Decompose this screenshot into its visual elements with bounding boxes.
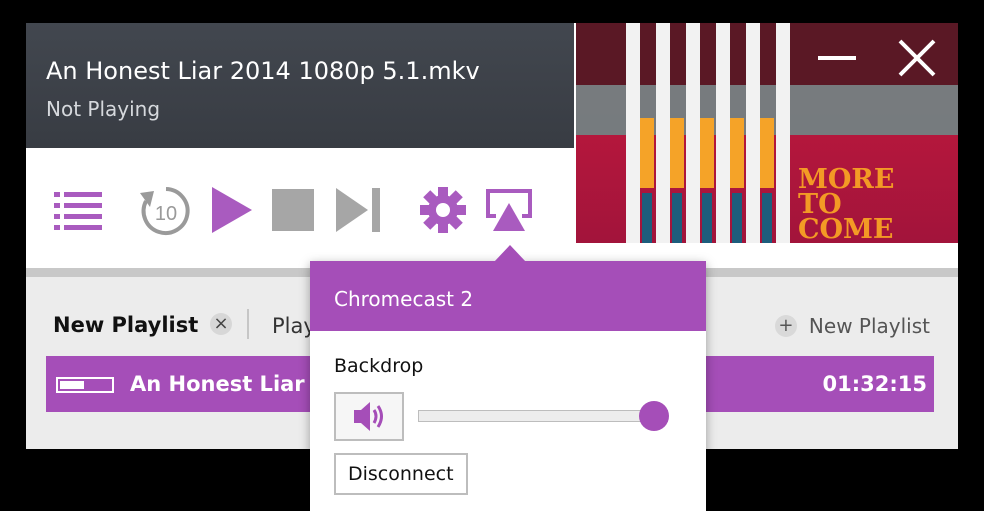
- video-caption: MORE TO COME: [798, 164, 895, 243]
- tab-new-playlist[interactable]: New Playlist: [53, 313, 198, 337]
- mute-button[interactable]: [334, 392, 404, 441]
- row-duration: 01:32:15: [822, 372, 927, 396]
- play-icon[interactable]: [212, 187, 252, 233]
- minimize-icon[interactable]: [816, 37, 858, 79]
- replay-10-icon[interactable]: 10: [138, 183, 194, 239]
- close-icon[interactable]: [896, 37, 938, 79]
- progress-fill: [60, 381, 84, 389]
- row-title: An Honest Liar 2: [130, 372, 327, 396]
- media-title: An Honest Liar 2014 1080p 5.1.mkv: [46, 57, 480, 85]
- video-preview[interactable]: MORE TO COME: [576, 23, 958, 243]
- tab-separator: [247, 309, 249, 339]
- popup-header: Chromecast 2: [310, 261, 706, 331]
- cast-device-name: Chromecast 2: [334, 287, 474, 311]
- stop-icon[interactable]: [272, 189, 314, 231]
- backdrop-label: Backdrop: [334, 355, 424, 377]
- new-playlist-label: New Playlist: [808, 314, 930, 338]
- playback-status: Not Playing: [46, 97, 161, 121]
- skip-next-icon[interactable]: [336, 188, 380, 232]
- new-playlist-button[interactable]: + New Playlist: [774, 314, 930, 338]
- video-controls: [808, 23, 958, 85]
- speaker-icon: [354, 402, 383, 431]
- cast-popup: Chromecast 2 Backdrop Disconnect: [310, 245, 706, 511]
- tab-close-icon[interactable]: ×: [210, 313, 232, 335]
- header: An Honest Liar 2014 1080p 5.1.mkv Not Pl…: [26, 23, 574, 148]
- disconnect-button[interactable]: Disconnect: [334, 453, 468, 495]
- playlist-icon[interactable]: [54, 192, 102, 230]
- volume-slider-thumb[interactable]: [638, 401, 669, 431]
- replay-seconds: 10: [155, 203, 177, 225]
- video-figures: [626, 23, 790, 243]
- popup-arrow: [494, 245, 526, 262]
- progress-icon: [56, 377, 114, 393]
- plus-icon: +: [774, 315, 797, 337]
- volume-slider[interactable]: [418, 410, 668, 422]
- cast-icon[interactable]: [486, 189, 532, 233]
- settings-icon[interactable]: [420, 187, 466, 233]
